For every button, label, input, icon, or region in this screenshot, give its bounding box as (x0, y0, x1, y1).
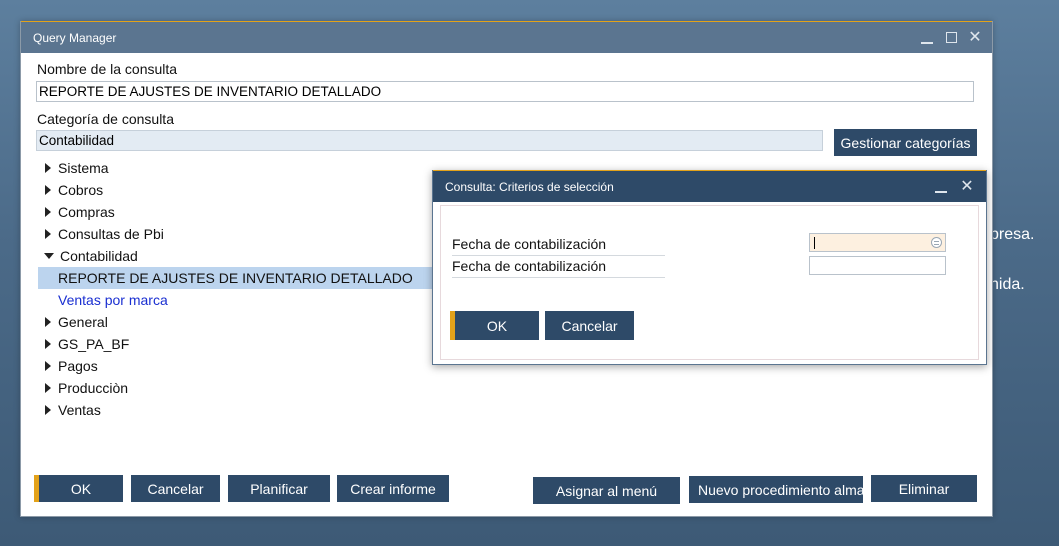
tree-item-label: Pagos (58, 358, 98, 374)
collapse-arrow-icon[interactable] (44, 253, 54, 259)
background-text-1: presa. (990, 226, 1035, 243)
tree-item-label: GS_PA_BF (58, 336, 130, 352)
posting-date-to-input[interactable] (809, 256, 946, 275)
query-name-label: Nombre de la consulta (37, 61, 178, 77)
background-text-2: nida. (990, 276, 1025, 293)
tree-item-label: Ventas por marca (58, 292, 168, 308)
posting-date-from-label: Fecha de contabilización (452, 235, 665, 256)
new-stored-procedure-button[interactable]: Nuevo procedimiento almacenado (689, 476, 863, 503)
tree-item-label: Producciòn (58, 380, 129, 396)
manage-categories-button[interactable]: Gestionar categorías (834, 129, 977, 156)
tree-item-reporte-ajustes[interactable]: REPORTE DE AJUSTES DE INVENTARIO DETALLA… (38, 267, 438, 289)
window-title: Query Manager (33, 30, 117, 45)
tree-item-label: Sistema (58, 160, 109, 176)
tree-item-label: Ventas (58, 402, 101, 418)
dialog-titlebar[interactable]: Consulta: Criterios de selección ✕ (433, 171, 986, 202)
close-icon[interactable]: ✕ (968, 29, 982, 45)
posting-date-from-input[interactable] (809, 233, 946, 252)
tree-item-produccion[interactable]: Producciòn (38, 377, 938, 399)
selection-criteria-dialog: Consulta: Criterios de selección ✕ Fecha… (432, 170, 987, 365)
cancel-button[interactable]: Cancelar (131, 475, 220, 502)
tree-item-ventas[interactable]: Ventas (38, 399, 938, 421)
dialog-body: Fecha de contabilización Fecha de contab… (440, 205, 979, 360)
text-caret (814, 237, 815, 249)
dialog-cancel-button[interactable]: Cancelar (545, 311, 634, 340)
close-icon[interactable]: ✕ (960, 178, 974, 194)
dialog-title: Consulta: Criterios de selección (445, 179, 614, 194)
window-controls: ✕ (920, 22, 982, 53)
expand-arrow-icon[interactable] (45, 163, 51, 173)
category-field[interactable]: Contabilidad (36, 130, 823, 151)
maximize-icon[interactable] (944, 31, 958, 45)
ok-button[interactable]: OK (34, 475, 123, 502)
tree-item-label: Contabilidad (60, 248, 138, 264)
tree-item-label: Compras (58, 204, 115, 220)
minimize-icon[interactable] (920, 31, 934, 45)
calendar-icon[interactable] (931, 237, 942, 248)
dialog-controls: ✕ (934, 171, 974, 202)
expand-arrow-icon[interactable] (45, 405, 51, 415)
posting-date-to-label: Fecha de contabilización (452, 257, 665, 278)
category-label: Categoría de consulta (37, 111, 174, 127)
tree-item-label: General (58, 314, 108, 330)
expand-arrow-icon[interactable] (45, 207, 51, 217)
tree-item-label: Consultas de Pbi (58, 226, 164, 242)
expand-arrow-icon[interactable] (45, 317, 51, 327)
expand-arrow-icon[interactable] (45, 229, 51, 239)
expand-arrow-icon[interactable] (45, 361, 51, 371)
dialog-ok-button[interactable]: OK (450, 311, 539, 340)
query-name-field[interactable]: REPORTE DE AJUSTES DE INVENTARIO DETALLA… (36, 81, 974, 102)
assign-menu-button[interactable]: Asignar al menú (533, 477, 680, 504)
tree-item-label: Cobros (58, 182, 104, 198)
expand-arrow-icon[interactable] (45, 185, 51, 195)
expand-arrow-icon[interactable] (45, 339, 51, 349)
delete-button[interactable]: Eliminar (871, 475, 977, 502)
minimize-icon[interactable] (934, 180, 948, 194)
window-titlebar[interactable]: Query Manager ✕ (21, 22, 992, 53)
create-report-button[interactable]: Crear informe (337, 475, 449, 502)
expand-arrow-icon[interactable] (45, 383, 51, 393)
schedule-button[interactable]: Planificar (228, 475, 330, 502)
tree-item-label: REPORTE DE AJUSTES DE INVENTARIO DETALLA… (58, 270, 413, 286)
